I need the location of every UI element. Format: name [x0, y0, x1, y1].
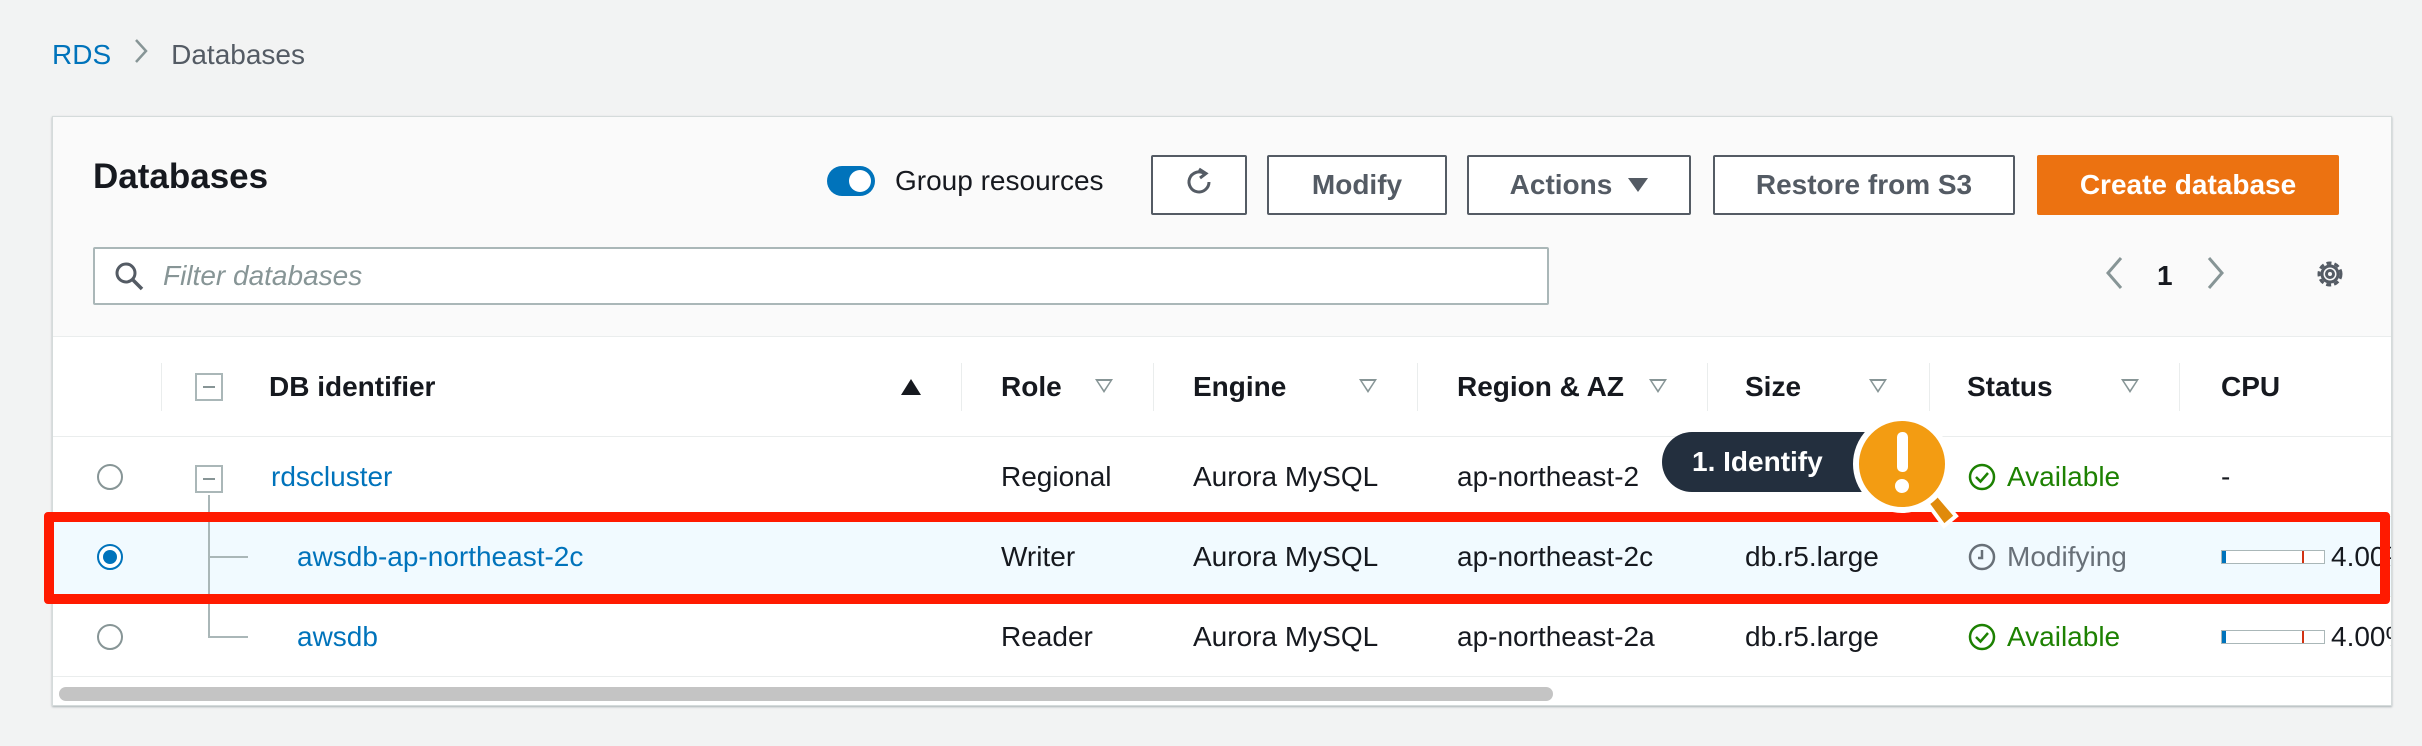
create-database-button[interactable]: Create database: [2037, 155, 2339, 215]
filter-databases-input[interactable]: [163, 260, 1503, 292]
column-divider: [161, 363, 162, 411]
pagination: 1: [2103, 255, 2227, 296]
table-row[interactable]: awsdb Reader Aurora MySQL ap-northeast-2…: [53, 597, 2391, 677]
collapse-row-icon[interactable]: [195, 465, 223, 493]
restore-from-s3-button[interactable]: Restore from S3: [1713, 155, 2015, 215]
col-engine[interactable]: Engine: [1193, 337, 1286, 437]
gear-icon[interactable]: [2311, 255, 2349, 298]
sort-filter-icon[interactable]: [1359, 379, 1377, 393]
engine-cell: Aurora MySQL: [1193, 621, 1379, 652]
databases-panel: Databases Group resources Modify Actions…: [52, 116, 2392, 706]
column-divider: [2179, 363, 2180, 411]
chevron-right-icon: [133, 38, 149, 72]
panel-header: Databases Group resources Modify Actions…: [53, 117, 2391, 337]
status-cell: Available: [1967, 437, 2120, 517]
collapse-all-icon[interactable]: [195, 373, 223, 401]
cpu-threshold-marker: [2302, 631, 2304, 643]
role-cell: Regional: [1001, 461, 1112, 492]
role-cell: Reader: [1001, 621, 1093, 652]
cpu-utilization-bar: [2221, 630, 2325, 644]
sort-filter-icon[interactable]: [1869, 379, 1887, 393]
sort-filter-icon[interactable]: [2121, 379, 2139, 393]
col-db-identifier[interactable]: DB identifier: [269, 337, 435, 437]
horizontal-scrollbar[interactable]: [53, 683, 2391, 705]
col-region-az[interactable]: Region & AZ: [1457, 337, 1624, 437]
cpu-value: 4.00%: [2331, 621, 2391, 652]
engine-cell: Aurora MySQL: [1193, 461, 1379, 492]
sort-ascending-icon[interactable]: [901, 379, 921, 395]
cpu-bar-fill: [2222, 631, 2227, 643]
row-radio[interactable]: [97, 464, 123, 490]
sort-filter-icon[interactable]: [1649, 379, 1667, 393]
page-title: Databases: [93, 157, 269, 196]
row-radio[interactable]: [97, 624, 123, 650]
status-cell: Available: [1967, 597, 2120, 677]
column-divider: [1417, 363, 1418, 411]
group-resources-label: Group resources: [895, 165, 1104, 196]
actions-button[interactable]: Actions: [1467, 155, 1691, 215]
cpu-cell: 4.00%: [2221, 597, 2391, 677]
sort-filter-icon[interactable]: [1095, 379, 1113, 393]
col-status[interactable]: Status: [1967, 337, 2053, 437]
check-circle-icon: [1967, 622, 1997, 652]
tree-connector: [208, 636, 248, 638]
db-identifier-link[interactable]: awsdb: [297, 597, 378, 677]
group-resources-toggle[interactable]: Group resources: [827, 165, 1104, 197]
breadcrumb: RDS Databases: [52, 38, 305, 72]
column-divider: [1929, 363, 1930, 411]
refresh-icon: [1182, 165, 1216, 206]
search-box[interactable]: [93, 247, 1549, 305]
db-identifier-link[interactable]: rdscluster: [271, 437, 392, 517]
search-icon: [113, 260, 157, 292]
table-header: DB identifier Role Engine Region & AZ Si…: [53, 337, 2391, 437]
breadcrumb-rds-link[interactable]: RDS: [52, 39, 111, 71]
caret-down-icon: [1628, 178, 1649, 192]
prev-page-icon[interactable]: [2103, 255, 2125, 296]
row-highlight-frame: [44, 512, 2390, 604]
column-divider: [961, 363, 962, 411]
toggle-switch[interactable]: [827, 166, 875, 196]
col-size[interactable]: Size: [1745, 337, 1801, 437]
toggle-knob: [849, 170, 871, 192]
modify-button[interactable]: Modify: [1267, 155, 1447, 215]
cpu-cell: -: [2221, 461, 2231, 492]
col-role[interactable]: Role: [1001, 337, 1062, 437]
alert-magnifier-icon: !: [1840, 408, 1970, 547]
actions-label: Actions: [1509, 169, 1613, 200]
scrollbar-thumb[interactable]: [59, 687, 1553, 701]
refresh-button[interactable]: [1151, 155, 1247, 215]
region-cell: ap-northeast-2a: [1457, 621, 1655, 652]
size-cell: db.r5.large: [1745, 621, 1879, 652]
column-divider: [1153, 363, 1154, 411]
breadcrumb-current: Databases: [171, 39, 305, 70]
status-text: Available: [2007, 621, 2121, 652]
column-divider: [1707, 363, 1708, 411]
col-cpu[interactable]: CPU: [2221, 337, 2280, 437]
check-circle-icon: [1967, 462, 1997, 492]
current-page-number[interactable]: 1: [2157, 260, 2173, 292]
region-cell: ap-northeast-2: [1457, 461, 1640, 492]
table-row[interactable]: rdscluster Regional Aurora MySQL ap-nort…: [53, 437, 2391, 517]
status-text: Available: [2007, 461, 2121, 492]
next-page-icon[interactable]: [2205, 255, 2227, 296]
